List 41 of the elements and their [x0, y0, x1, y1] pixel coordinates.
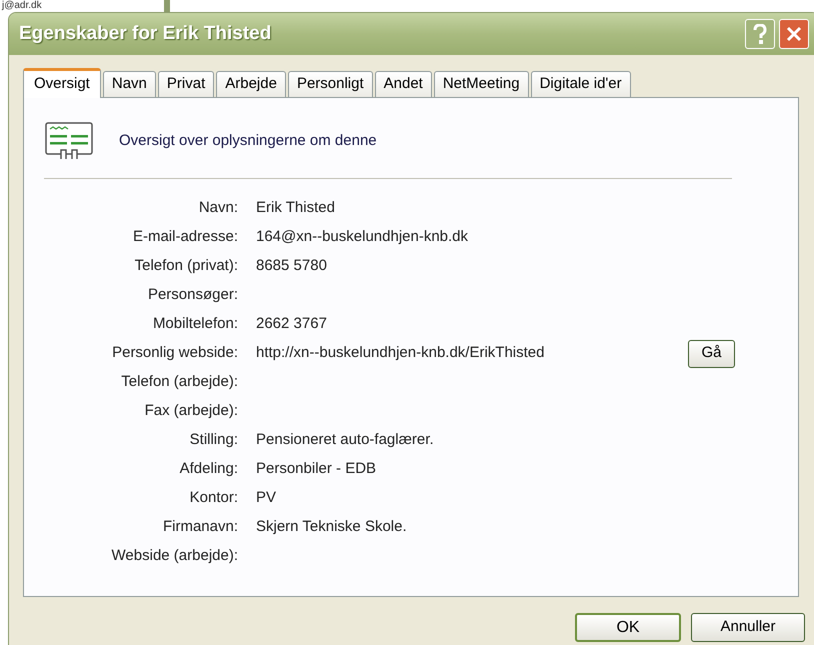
email-text: j@adr.dk	[0, 0, 43, 11]
field-label: Fax (arbejde):	[144, 401, 238, 422]
field-label: Afdeling:	[178, 459, 238, 480]
contact-card-icon	[45, 122, 93, 160]
field-value: Erik Thisted	[256, 198, 336, 218]
field-value: PV	[256, 488, 278, 508]
field-value: http://xn--buskelundhjen-knb.dk/ErikThisted	[256, 343, 546, 364]
tab[interactable]: Arbejde	[216, 71, 286, 97]
field-label: Webside (arbejde):	[110, 546, 238, 566]
field-label: Mobiltelefon:	[152, 314, 238, 334]
tab[interactable]: Personligt	[288, 71, 373, 97]
tab[interactable]: NetMeeting	[434, 71, 529, 97]
dialog-button[interactable]: OK	[575, 613, 681, 642]
section-header: Oversigt over oplysningerne om denne	[119, 130, 377, 151]
tab[interactable]: Navn	[102, 71, 156, 97]
window-title: Egenskaber for Erik Thisted	[19, 22, 272, 46]
tab[interactable]: Andet	[374, 71, 432, 97]
field-label: Stilling:	[188, 430, 238, 450]
field-label: Navn:	[198, 198, 238, 218]
dialog-button[interactable]: Annuller	[691, 613, 805, 642]
field-value: 8685 5780	[256, 256, 328, 276]
field-label: Firmanavn:	[162, 517, 238, 538]
field-value: 2662 3767	[256, 314, 328, 334]
question-mark-icon	[753, 24, 767, 44]
field-value: Skjern Tekniske Skole.	[256, 517, 408, 538]
tab[interactable]: Oversigt	[23, 68, 101, 98]
go-button[interactable]: Gå	[688, 340, 735, 368]
close-icon	[786, 26, 802, 42]
field-label: Telefon (arbejde):	[120, 372, 238, 392]
tab[interactable]: Privat	[158, 71, 214, 97]
field-value: 164@xn--buskelundhjen-knb.dk	[256, 227, 470, 248]
field-value: Personbiler - EDB	[256, 459, 378, 480]
field-value: Pensioneret auto-faglærer.	[256, 430, 435, 450]
field-label: Personlig webside:	[111, 343, 238, 364]
help-button[interactable]	[745, 19, 775, 49]
close-button[interactable]	[779, 19, 809, 49]
field-label: E-mail-adresse:	[132, 227, 238, 248]
field-label: Telefon (privat):	[134, 256, 238, 276]
tab[interactable]: Digitale id'er	[530, 71, 631, 97]
field-label: Kontor:	[188, 488, 238, 508]
field-label: Personsøger:	[146, 285, 238, 306]
